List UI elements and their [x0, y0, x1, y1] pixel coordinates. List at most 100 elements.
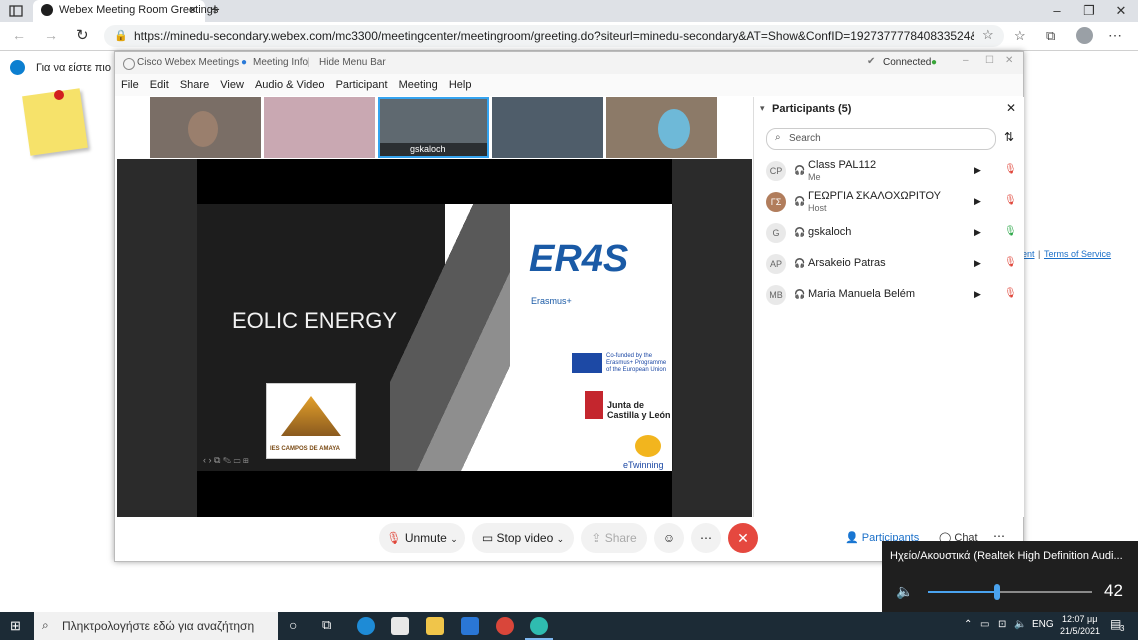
back-icon[interactable]: ←	[12, 27, 26, 43]
menu-meeting[interactable]: Meeting	[399, 79, 438, 91]
menu-file[interactable]: File	[121, 79, 139, 91]
volume-slider-fill	[928, 591, 997, 593]
task-view-icon[interactable]: ⧉	[322, 617, 331, 633]
taskbar-search-field[interactable]: ⌕ Πληκτρολογήστε εδώ για αναζήτηση	[34, 612, 278, 640]
new-tab-icon[interactable]: +	[210, 0, 220, 20]
stop-video-button[interactable]: ▭ Stop video ⌄	[472, 523, 574, 553]
profile-avatar-icon[interactable]	[1076, 27, 1093, 44]
meeting-info-button[interactable]: Meeting Info	[253, 57, 308, 68]
more-options-button[interactable]: ⋯	[691, 523, 721, 553]
clock-date[interactable]: 21/5/2021	[1060, 626, 1100, 636]
clock-time[interactable]: 12:07 μμ	[1062, 614, 1097, 624]
volume-slider-thumb[interactable]	[993, 584, 1000, 600]
minimize-icon[interactable]: –	[1040, 0, 1074, 22]
webex-maximize-icon[interactable]: ☐	[985, 55, 994, 66]
search-icon: ⌕	[42, 618, 49, 632]
edge-taskbar-icon[interactable]	[357, 617, 375, 635]
reactions-button[interactable]: ☺	[654, 523, 684, 553]
volume-tray-icon[interactable]: 🔈	[1014, 619, 1026, 630]
menu-audio-video[interactable]: Audio & Video	[255, 79, 325, 91]
muted-mic-icon: 🎙	[1004, 288, 1017, 299]
camera-icon: ▶	[974, 258, 981, 268]
chrome-icon[interactable]	[496, 617, 514, 635]
participant-avatar: CP	[766, 161, 786, 181]
terms-of-service-link[interactable]: Terms of Service	[1044, 249, 1111, 259]
notification-count: 3	[1120, 624, 1125, 633]
windows-start-icon[interactable]: ⊞	[10, 618, 21, 634]
webex-app-title: Cisco Webex Meetings	[137, 57, 240, 68]
share-icon: ⇪	[591, 531, 602, 545]
slide-nav-toolbar[interactable]: ‹ › ⧉ ✎ ▭ ⊞	[203, 455, 289, 469]
webex-window: Cisco Webex Meetings ● Meeting Info | Hi…	[114, 51, 1024, 562]
restore-icon[interactable]: ❐	[1072, 0, 1106, 22]
camera-icon: ▶	[974, 227, 981, 237]
close-window-icon[interactable]: ✕	[1104, 0, 1138, 22]
speaker-icon[interactable]: 🔈	[896, 583, 913, 600]
refresh-icon[interactable]: ↻	[76, 26, 89, 44]
hide-menu-bar-button[interactable]: Hide Menu Bar	[319, 57, 386, 68]
webex-close-icon[interactable]: ✕	[1005, 55, 1013, 66]
network-icon[interactable]: ⊡	[998, 619, 1006, 630]
video-thumbnail[interactable]	[150, 97, 261, 158]
cortana-icon[interactable]: ○	[289, 617, 297, 633]
file-explorer-icon[interactable]	[426, 617, 444, 635]
participant-name: Class PAL112	[808, 159, 877, 171]
audio-device-name[interactable]: Ηχείο/Ακουστικά (Realtek High Definition…	[890, 550, 1123, 562]
battery-icon[interactable]: ▭	[980, 619, 989, 630]
video-thumbnail[interactable]	[264, 97, 375, 158]
mail-icon[interactable]	[461, 617, 479, 635]
menu-help[interactable]: Help	[449, 79, 472, 91]
menu-view[interactable]: View	[220, 79, 244, 91]
participant-row[interactable]: AP 🎧 Arsakeio Patras ▶ 🎙	[766, 252, 1017, 278]
muted-mic-icon: 🎙	[386, 531, 402, 545]
store-taskbar-icon[interactable]	[391, 617, 409, 635]
volume-flyout: Ηχείο/Ακουστικά (Realtek High Definition…	[882, 541, 1138, 612]
participant-search-field[interactable]: ⌕ Search	[766, 128, 996, 150]
collections-icon[interactable]: ⧉	[1046, 28, 1055, 44]
participant-avatar: ΓΣ	[766, 192, 786, 212]
favorite-star-icon[interactable]: ☆	[982, 27, 994, 43]
browser-tab[interactable]: Webex Meeting Room Greetings ×	[33, 0, 218, 22]
tab-actions-icon[interactable]	[8, 3, 24, 19]
webex-minimize-icon[interactable]: –	[963, 55, 969, 66]
more-menu-icon[interactable]: ⋯	[1108, 27, 1122, 44]
video-thumbnail[interactable]	[492, 97, 603, 158]
participant-row[interactable]: MB 🎧 Maria Manuela Belém ▶ 🎙	[766, 283, 1017, 309]
leave-meeting-button[interactable]: ✕	[728, 523, 758, 553]
close-panel-icon[interactable]: ✕	[1006, 101, 1016, 115]
favorites-icon[interactable]: ☆	[1014, 28, 1026, 44]
headset-icon: 🎧	[794, 258, 806, 268]
erasmus-logo-sub: Erasmus+	[531, 296, 572, 306]
chevron-down-icon[interactable]: ⌄	[450, 534, 458, 544]
menu-share[interactable]: Share	[180, 79, 209, 91]
tab-close-icon[interactable]: ×	[189, 2, 197, 17]
participant-role: Me	[808, 172, 821, 182]
chevron-down-icon[interactable]: ⌄	[557, 534, 565, 544]
url-text: https://minedu-secondary.webex.com/mc330…	[134, 29, 974, 43]
volume-slider-track[interactable]	[928, 584, 1092, 600]
connected-icon: ✔	[867, 56, 876, 67]
tray-chevron-icon[interactable]: ⌃	[964, 619, 972, 630]
video-thumbnail-active[interactable]: gskaloch	[378, 97, 489, 158]
participant-row[interactable]: CP 🎧 Class PAL112 Me ▶ 🎙	[766, 159, 1017, 185]
lock-icon[interactable]: 🔒	[114, 29, 128, 42]
collapse-chevron-icon[interactable]: ▾	[760, 103, 765, 114]
share-button[interactable]: ⇪ Share	[581, 523, 647, 553]
menu-participant[interactable]: Participant	[336, 79, 388, 91]
unmute-button[interactable]: 🎙 Unmute ⌄	[379, 523, 465, 553]
share-label: Share	[604, 531, 637, 545]
language-indicator[interactable]: ENG	[1032, 619, 1054, 630]
junta-shield-icon	[585, 391, 603, 419]
participant-name: ΓΕΩΡΓΙΑ ΣΚΑΛΟΧΩΡΙΤΟΥ	[808, 190, 942, 202]
forward-icon[interactable]: →	[44, 27, 58, 43]
video-thumbnail[interactable]	[606, 97, 717, 158]
webex-taskbar-icon[interactable]	[530, 617, 548, 635]
participant-role: Host	[808, 203, 827, 213]
menu-edit[interactable]: Edit	[150, 79, 169, 91]
muted-mic-icon: 🎙	[1004, 257, 1017, 268]
url-field[interactable]: 🔒 https://minedu-secondary.webex.com/mc3…	[104, 25, 1004, 47]
sort-icon[interactable]: ⇅	[1004, 130, 1014, 144]
participant-row[interactable]: G 🎧 gskaloch ▶ 🎙	[766, 221, 1017, 247]
participant-row[interactable]: ΓΣ 🎧 ΓΕΩΡΓΙΑ ΣΚΑΛΟΧΩΡΙΤΟΥ Host ▶ 🎙	[766, 190, 1017, 216]
search-placeholder: Search	[789, 133, 821, 144]
